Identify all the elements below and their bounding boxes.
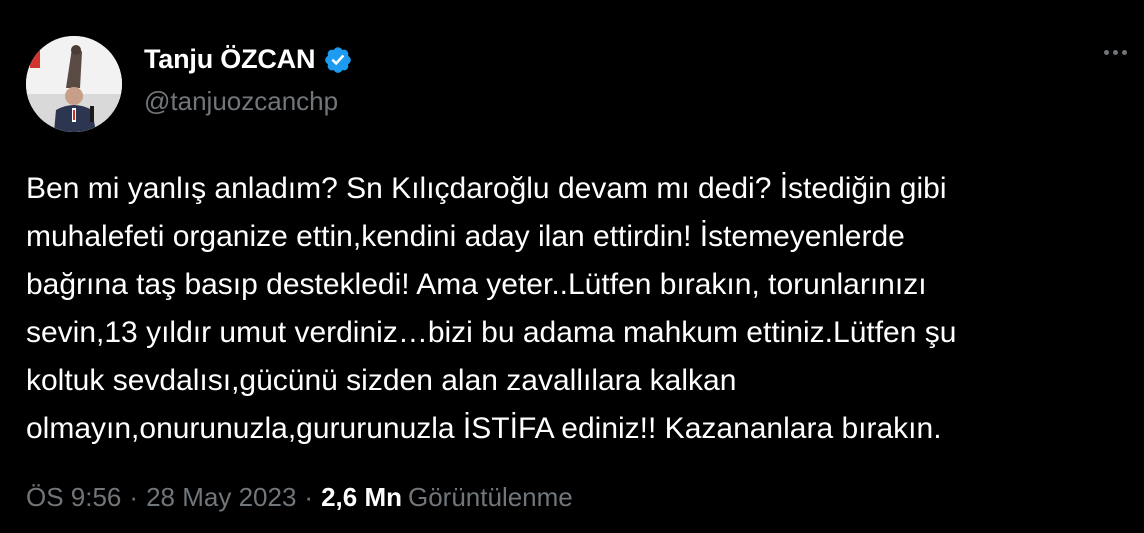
name-row: Tanju ÖZCAN	[144, 44, 353, 75]
tweet-text-line: sevin,13 yıldır umut verdiniz…bizi bu ad…	[26, 316, 957, 349]
more-options-icon[interactable]	[1104, 50, 1127, 55]
tweet-text-line: Ben mi yanlış anladım? Sn Kılıçdaroğlu d…	[26, 172, 947, 205]
tweet-date[interactable]: 28 May 2023	[146, 482, 296, 513]
tweet-meta: ÖS 9:56 · 28 May 2023 · 2,6 Mn Görüntüle…	[26, 482, 573, 513]
tweet-text-line: koltuk sevdalısı,gücünü sizden alan zava…	[26, 364, 737, 397]
avatar[interactable]	[26, 36, 122, 132]
tweet-card: Tanju ÖZCAN @tanjuozcanchp Ben mi yanlış…	[0, 0, 1144, 533]
display-name[interactable]: Tanju ÖZCAN	[144, 44, 315, 75]
meta-separator: ·	[304, 482, 314, 512]
profile-photo-icon	[26, 36, 122, 132]
verified-badge-icon	[325, 46, 352, 73]
user-handle[interactable]: @tanjuozcanchp	[144, 86, 338, 117]
views-count[interactable]: 2,6 Mn	[321, 482, 402, 513]
views-label: Görüntülenme	[408, 482, 573, 512]
tweet-text-line: bağrına taş basıp destekledi! Ama yeter.…	[26, 268, 927, 301]
tweet-text-line: olmayın,onurunuzla,gururunuzla İSTİFA ed…	[26, 412, 942, 445]
meta-separator: ·	[129, 482, 139, 512]
tweet-text-line: muhalefeti organize ettin,kendini aday i…	[26, 220, 905, 253]
tweet-time[interactable]: ÖS 9:56	[26, 482, 121, 513]
tweet-text: Ben mi yanlış anladım? Sn Kılıçdaroğlu d…	[26, 165, 1116, 453]
